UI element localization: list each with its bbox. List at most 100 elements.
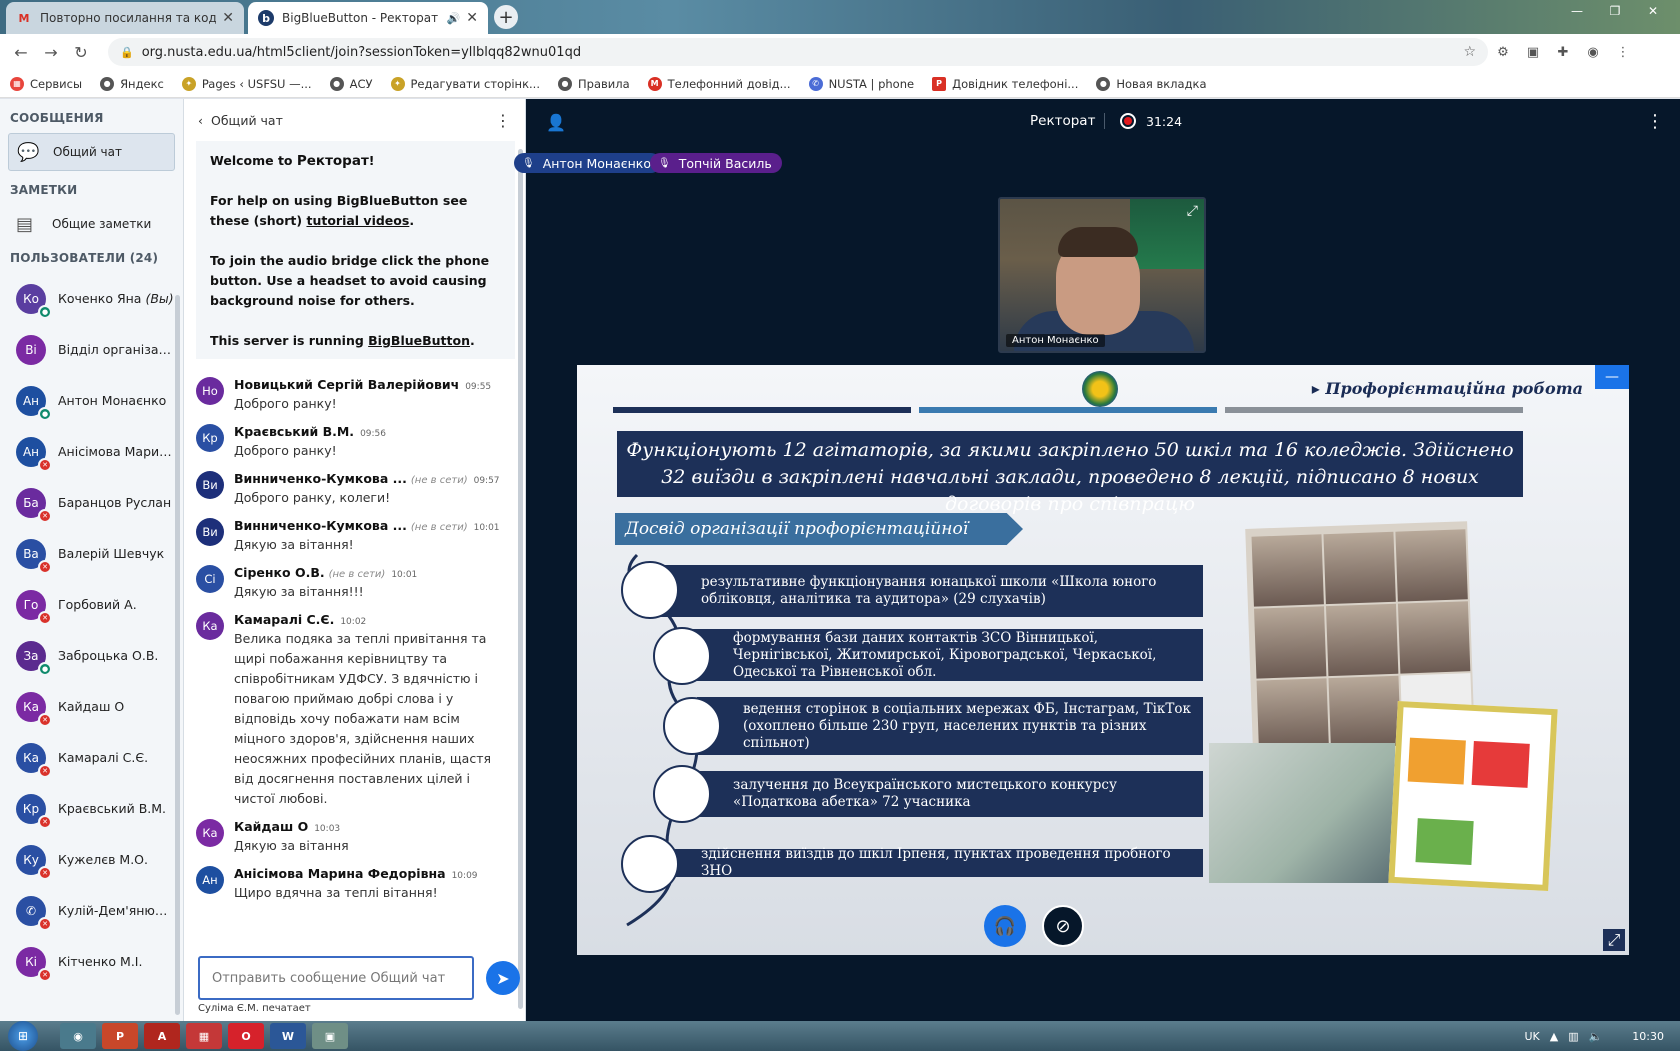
address-bar[interactable]: 🔒 org.nusta.edu.ua/html5client/join?sess… [108, 38, 1488, 66]
message-sender: Камаралі С.Є. 10:02 [234, 612, 367, 627]
chat-message-input[interactable]: Отправить сообщение Общий чат [198, 956, 474, 1000]
word-icon[interactable]: W [270, 1023, 306, 1049]
back-chevron-icon[interactable]: ‹ [198, 113, 203, 128]
webcam-video[interactable]: ⤢ Антон Монаєнко [998, 197, 1206, 353]
explorer-icon[interactable]: ▣ [312, 1023, 348, 1049]
tray-arrow-icon[interactable]: ▲ [1550, 1030, 1558, 1043]
bookmark-item[interactable]: ✦ Редагувати сторінк... [390, 76, 540, 91]
message-time: 09:56 [360, 429, 386, 439]
start-button[interactable]: ⊞ [8, 1021, 38, 1051]
send-button[interactable]: ➤ [486, 961, 520, 995]
audio-hint: To join the audio bridge click the phone… [210, 253, 490, 308]
bookmark-item[interactable]: ● Яндекс [100, 76, 164, 91]
step-circle [653, 627, 711, 685]
new-tab-button[interactable]: + [494, 5, 518, 29]
message-sender: Кайдаш О 10:03 [234, 819, 341, 834]
user-list-item[interactable]: Ко Коченко Яна (Вы) ● [0, 273, 176, 324]
close-icon[interactable]: ✕ [222, 10, 234, 26]
user-list-item[interactable]: Ка Кайдаш О ✕ [0, 681, 176, 732]
user-name: Заброцька О.В. [58, 648, 159, 663]
bookmark-item[interactable]: ● Новая вкладка [1096, 76, 1207, 91]
volume-icon[interactable]: 🔈 [1589, 1030, 1603, 1043]
close-icon[interactable]: ✕ [466, 10, 478, 26]
maximize-icon[interactable]: ❐ [1596, 0, 1634, 22]
chat-title[interactable]: Общий чат [211, 113, 283, 128]
network-icon[interactable]: ▥ [1568, 1030, 1578, 1043]
browser-toolbar: ← → ↻ 🔒 org.nusta.edu.ua/html5client/joi… [0, 34, 1680, 70]
user-list-item[interactable]: Ку Кужелєв М.О. ✕ [0, 834, 176, 885]
user-list-item[interactable]: Ан Анісімова Марин... ✕ [0, 426, 176, 477]
user-list-item[interactable]: Ан Антон Монаєнко ● [0, 375, 176, 426]
chat-panel: ‹ Общий чат ⋮ Welcome to Ректорат! For h… [184, 99, 526, 1021]
tutorial-videos-link[interactable]: tutorial videos [306, 213, 409, 228]
pdf-editor-icon[interactable]: ▦ [186, 1023, 222, 1049]
extension-icon[interactable]: ▣ [1518, 45, 1548, 60]
video-button[interactable]: ⊘ [1042, 905, 1084, 947]
bookmark-item[interactable]: M Телефонний довід... [647, 76, 791, 91]
bookmark-item[interactable]: ● АСУ [329, 76, 373, 91]
message-sender: Винниченко-Кумкова ... (не в сети) 10:01 [234, 518, 500, 533]
fullscreen-icon[interactable]: ⤢ [1603, 929, 1625, 951]
bookmark-item[interactable]: ● Правила [558, 76, 630, 91]
chat-message: Ви Винниченко-Кумкова ... (не в сети) 10:01… [196, 518, 514, 555]
video-username: Антон Монаєнко [1006, 334, 1105, 347]
scrollbar[interactable] [175, 295, 180, 1015]
acrobat-icon[interactable]: A [144, 1023, 180, 1049]
message-time: 10:01 [473, 523, 500, 533]
shared-notes-item[interactable]: ▤ Общие заметки [8, 205, 175, 243]
user-list-item[interactable]: За Заброцька О.В. ● [0, 630, 176, 681]
user-list-item[interactable]: Кр Краєвський В.М. ✕ [0, 783, 176, 834]
scrollbar[interactable] [518, 149, 523, 1009]
reload-icon[interactable]: ↻ [66, 43, 96, 62]
opera-icon[interactable]: O [228, 1023, 264, 1049]
bookmark-item[interactable]: ✦ Pages ‹ USFSU —... [181, 76, 312, 91]
bigbluebutton-icon: b [258, 10, 274, 26]
forward-icon[interactable]: → [36, 43, 66, 62]
window-controls: — ❐ ✕ [1558, 0, 1672, 22]
minimize-icon[interactable]: — [1558, 0, 1596, 22]
language-indicator[interactable]: UK [1524, 1030, 1539, 1043]
user-list-item[interactable]: Го Горбовий А. ✕ [0, 579, 176, 630]
emblem-icon: ✦ [181, 76, 196, 91]
puzzle-icon[interactable]: ✚ [1548, 45, 1578, 60]
microphone-icon: ● [38, 662, 52, 676]
user-list-item[interactable]: ✆ Кулій-Дем'янюк Ю. ✕ [0, 885, 176, 936]
chrome-icon[interactable]: ◉ [60, 1023, 96, 1049]
message-text: Доброго ранку, колеги! [234, 490, 391, 505]
clock[interactable]: 10:30 [1632, 1030, 1664, 1043]
bookmark-item[interactable]: ▦ Сервисы [10, 76, 82, 91]
menu-icon[interactable]: ⋮ [1608, 45, 1638, 60]
back-icon[interactable]: ← [6, 43, 36, 62]
user-list-item[interactable]: Ба Баранцов Руслан ✕ [0, 477, 176, 528]
options-menu-icon[interactable]: ⋮ [1646, 111, 1664, 132]
user-name: Антон Монаєнко [58, 393, 167, 408]
bookmark-star-icon[interactable]: ☆ [1463, 44, 1476, 60]
public-chat-item[interactable]: 💬 Общий чат [8, 133, 175, 171]
audio-button[interactable]: 🎧 [984, 905, 1026, 947]
profile-icon[interactable]: ◉ [1578, 45, 1608, 60]
minimize-presentation-button[interactable]: — [1595, 365, 1629, 389]
user-icon[interactable]: 👤 [546, 113, 566, 132]
message-time: 10:02 [340, 617, 367, 627]
tab-gmail[interactable]: M Повторно посилання та код до ✕ [6, 2, 244, 34]
user-list-item[interactable]: Ка Камаралі С.Є. ✕ [0, 732, 176, 783]
close-window-icon[interactable]: ✕ [1634, 0, 1672, 22]
extension-icon[interactable]: ⚙ [1488, 45, 1518, 60]
slide-step: формування бази даних контактів ЗСО Вінн… [687, 629, 1203, 681]
user-list-item[interactable]: Ва Валерій Шевчук ✕ [0, 528, 176, 579]
tab-bigbluebutton[interactable]: b BigBlueButton - Ректорат 🔊 ✕ [248, 2, 488, 34]
powerpoint-icon[interactable]: P [102, 1023, 138, 1049]
user-name: Кужелєв М.О. [58, 852, 148, 867]
talking-indicator[interactable]: 🎙 Антон Монаєнко [514, 153, 661, 173]
talking-indicator[interactable]: 🎙 Топчій Василь [650, 153, 782, 173]
record-icon[interactable] [1120, 113, 1136, 129]
user-name: Коченко Яна (Вы) [58, 291, 174, 306]
chat-options-icon[interactable]: ⋮ [495, 111, 511, 130]
bookmark-item[interactable]: ✆ NUSTA | phone [808, 76, 914, 91]
microphone-muted-icon: ✕ [38, 764, 52, 778]
bigbluebutton-link[interactable]: BigBlueButton [368, 333, 470, 348]
bookmark-item[interactable]: P Довідник телефоні... [932, 76, 1078, 91]
user-list-item[interactable]: Ві Відділ організації ... [0, 324, 176, 375]
user-list-item[interactable]: Кі Кітченко М.І. ✕ [0, 936, 176, 987]
fullscreen-icon[interactable]: ⤢ [1187, 203, 1198, 219]
